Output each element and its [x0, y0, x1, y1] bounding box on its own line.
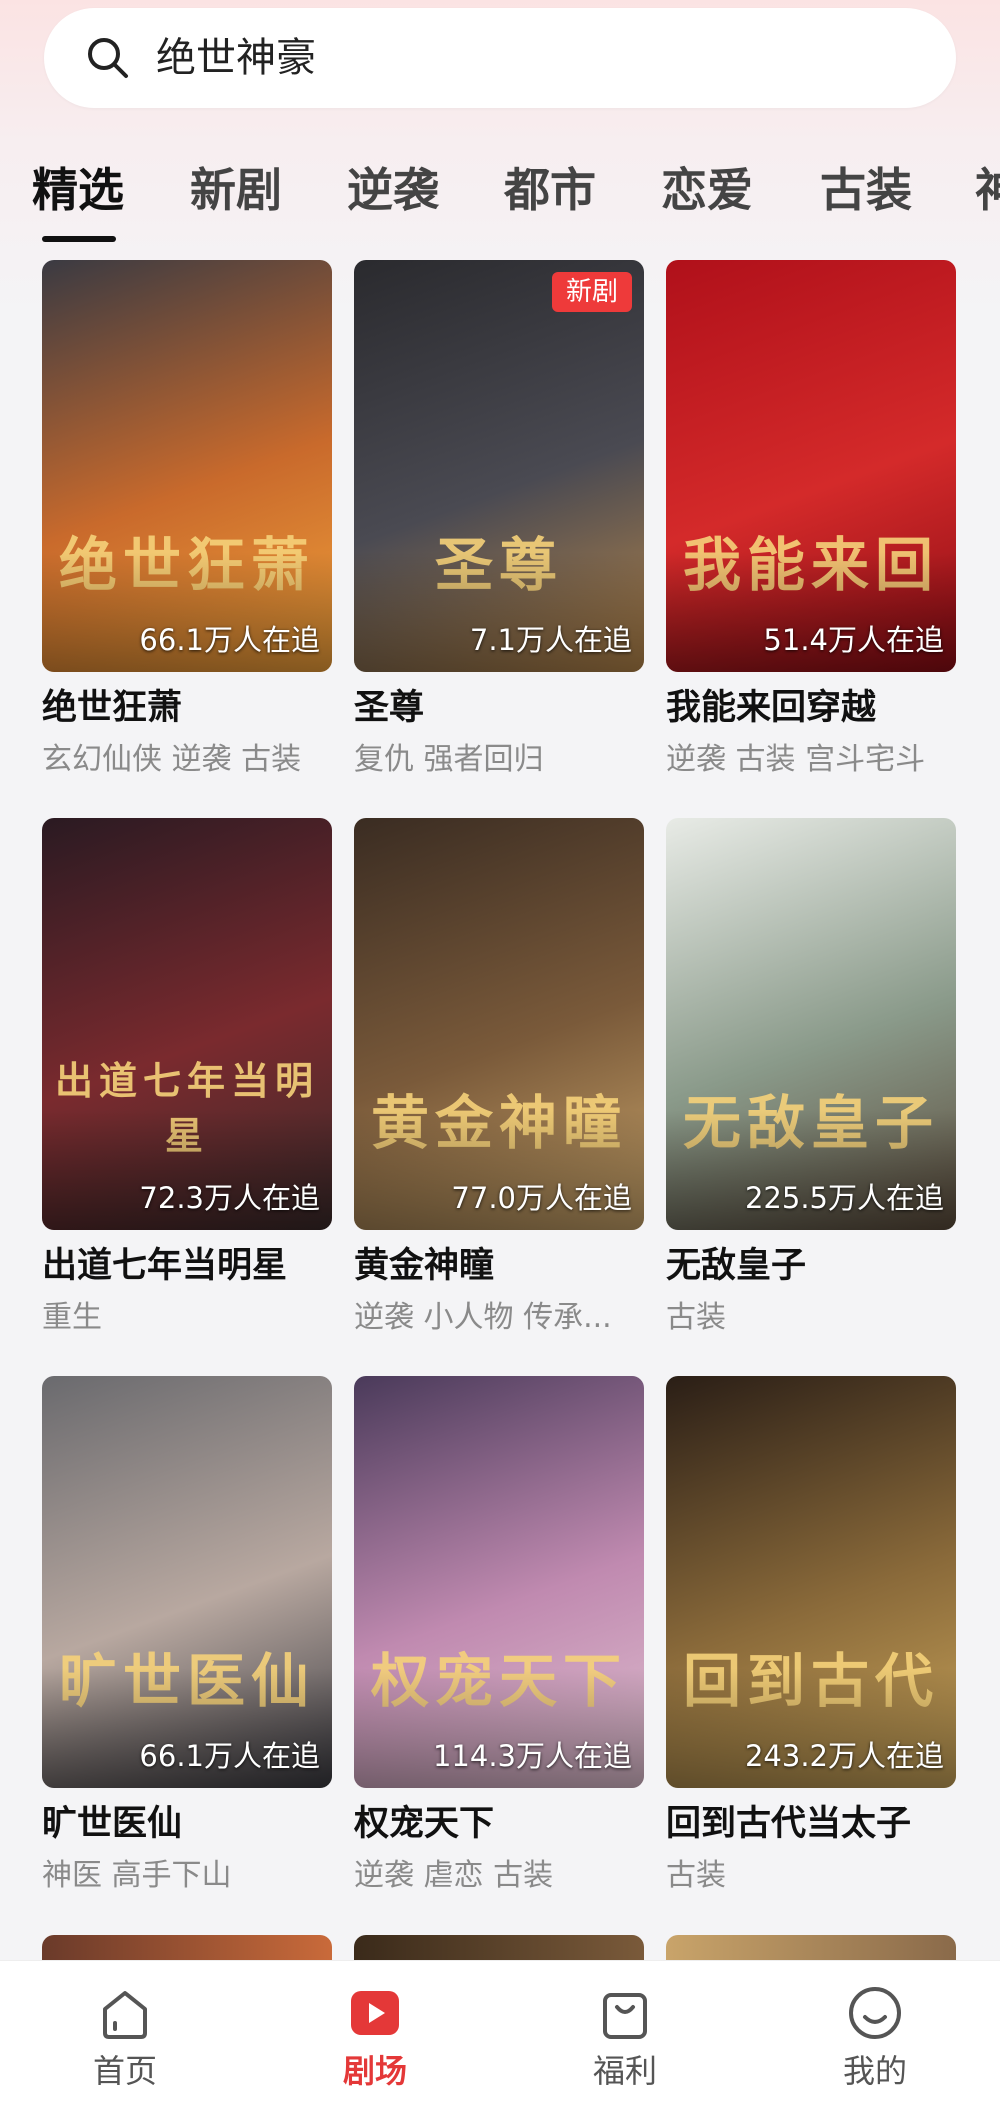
drama-poster[interactable]: 权宠天下114.3万人在追	[354, 1376, 644, 1788]
nav-theater[interactable]: 剧场	[250, 1961, 500, 2110]
nav-rewards[interactable]: 福利	[500, 1961, 750, 2110]
drama-card[interactable]: 绝世狂萧66.1万人在追绝世狂萧玄幻仙侠 逆袭 古装	[42, 260, 332, 790]
nav-theater-label: 剧场	[342, 2052, 407, 2090]
drama-title[interactable]: 旷世医仙	[42, 1801, 182, 1847]
tab-comeback[interactable]: 逆袭	[347, 160, 439, 220]
drama-poster[interactable]: 无敌皇子225.5万人在追	[666, 818, 956, 1230]
search-query[interactable]: 绝世神豪	[156, 32, 316, 84]
watchers-count: 51.4万人在追	[763, 623, 944, 657]
watchers-count: 66.1万人在追	[139, 623, 320, 657]
active-tab-indicator	[42, 236, 116, 242]
drama-tags: 重生	[42, 1300, 102, 1335]
drama-poster[interactable]: 绝世狂萧66.1万人在追	[42, 260, 332, 672]
drama-poster[interactable]: 我能来回51.4万人在追	[666, 260, 956, 672]
watchers-count: 114.3万人在追	[432, 1739, 632, 1773]
drama-tags: 古装	[666, 1300, 726, 1335]
nav-home[interactable]: 首页	[0, 1961, 250, 2110]
drama-tags: 神医 高手下山	[42, 1858, 232, 1893]
drama-poster[interactable]: 回到古代243.2万人在追	[666, 1376, 956, 1788]
drama-tags: 逆袭 古装 宫斗宅斗	[666, 742, 926, 777]
drama-poster[interactable]: 出道七年当明星72.3万人在追	[42, 818, 332, 1230]
watchers-count: 77.0万人在追	[451, 1181, 632, 1215]
category-tabs: 精选 新剧 逆袭 都市 恋爱 古装 神	[0, 150, 1000, 250]
drama-tags: 逆袭 虐恋 古装	[354, 1858, 554, 1893]
drama-title[interactable]: 我能来回穿越	[666, 685, 876, 731]
drama-tags: 玄幻仙侠 逆袭 古装	[42, 742, 302, 777]
gift-bag-icon	[603, 1993, 647, 2039]
tab-romance[interactable]: 恋爱	[661, 160, 753, 220]
tab-more[interactable]: 神	[975, 160, 1000, 220]
drama-title[interactable]: 绝世狂萧	[42, 685, 182, 731]
drama-card[interactable]: 黄金神瞳77.0万人在追黄金神瞳逆袭 小人物 传承...	[354, 818, 644, 1348]
new-drama-badge: 新剧	[551, 272, 632, 312]
nav-home-label: 首页	[92, 2052, 157, 2090]
search-bar[interactable]: 绝世神豪	[44, 8, 956, 108]
drama-poster[interactable]: 黄金神瞳77.0万人在追	[354, 818, 644, 1230]
drama-title[interactable]: 圣尊	[354, 685, 424, 731]
drama-poster[interactable]: 圣尊7.1万人在追新剧	[354, 260, 644, 672]
drama-tags: 复仇 强者回归	[354, 742, 544, 777]
profile-smile-icon	[849, 1987, 901, 2039]
drama-card[interactable]: 出道七年当明星72.3万人在追出道七年当明星重生	[42, 818, 332, 1348]
drama-title[interactable]: 回到古代当太子	[666, 1801, 911, 1847]
search-icon	[88, 38, 128, 78]
drama-poster[interactable]: 旷世医仙66.1万人在追	[42, 1376, 332, 1788]
tab-featured[interactable]: 精选	[32, 160, 124, 220]
nav-profile-label: 我的	[842, 2052, 907, 2090]
drama-title[interactable]: 出道七年当明星	[42, 1243, 287, 1289]
drama-tags: 古装	[666, 1858, 726, 1893]
drama-card[interactable]: 我能来回51.4万人在追我能来回穿越逆袭 古装 宫斗宅斗	[666, 260, 956, 790]
watchers-count: 7.1万人在追	[469, 623, 632, 657]
drama-card[interactable]: 圣尊7.1万人在追新剧圣尊复仇 强者回归	[354, 260, 644, 790]
watchers-count: 66.1万人在追	[139, 1739, 320, 1773]
drama-title[interactable]: 权宠天下	[354, 1801, 494, 1847]
drama-card[interactable]: 旷世医仙66.1万人在追旷世医仙神医 高手下山	[42, 1376, 332, 1906]
tab-new[interactable]: 新剧	[190, 160, 282, 220]
drama-card[interactable]: 权宠天下114.3万人在追权宠天下逆袭 虐恋 古装	[354, 1376, 644, 1906]
tab-costume[interactable]: 古装	[820, 160, 912, 220]
drama-title[interactable]: 黄金神瞳	[354, 1243, 494, 1289]
watchers-count: 243.2万人在追	[744, 1739, 944, 1773]
drama-card[interactable]: 回到古代243.2万人在追回到古代当太子古装	[666, 1376, 956, 1906]
nav-profile[interactable]: 我的	[750, 1961, 1000, 2110]
drama-title[interactable]: 无敌皇子	[666, 1243, 806, 1289]
home-icon	[103, 1991, 147, 2039]
theater-play-icon	[351, 1991, 399, 2035]
watchers-count: 72.3万人在追	[139, 1181, 320, 1215]
nav-rewards-label: 福利	[592, 2052, 657, 2090]
bottom-navigation: 首页 剧场 福利 我的	[0, 1960, 1000, 2110]
drama-card[interactable]: 无敌皇子225.5万人在追无敌皇子古装	[666, 818, 956, 1348]
tab-urban[interactable]: 都市	[504, 160, 596, 220]
drama-tags: 逆袭 小人物 传承...	[354, 1300, 612, 1335]
watchers-count: 225.5万人在追	[744, 1181, 944, 1215]
